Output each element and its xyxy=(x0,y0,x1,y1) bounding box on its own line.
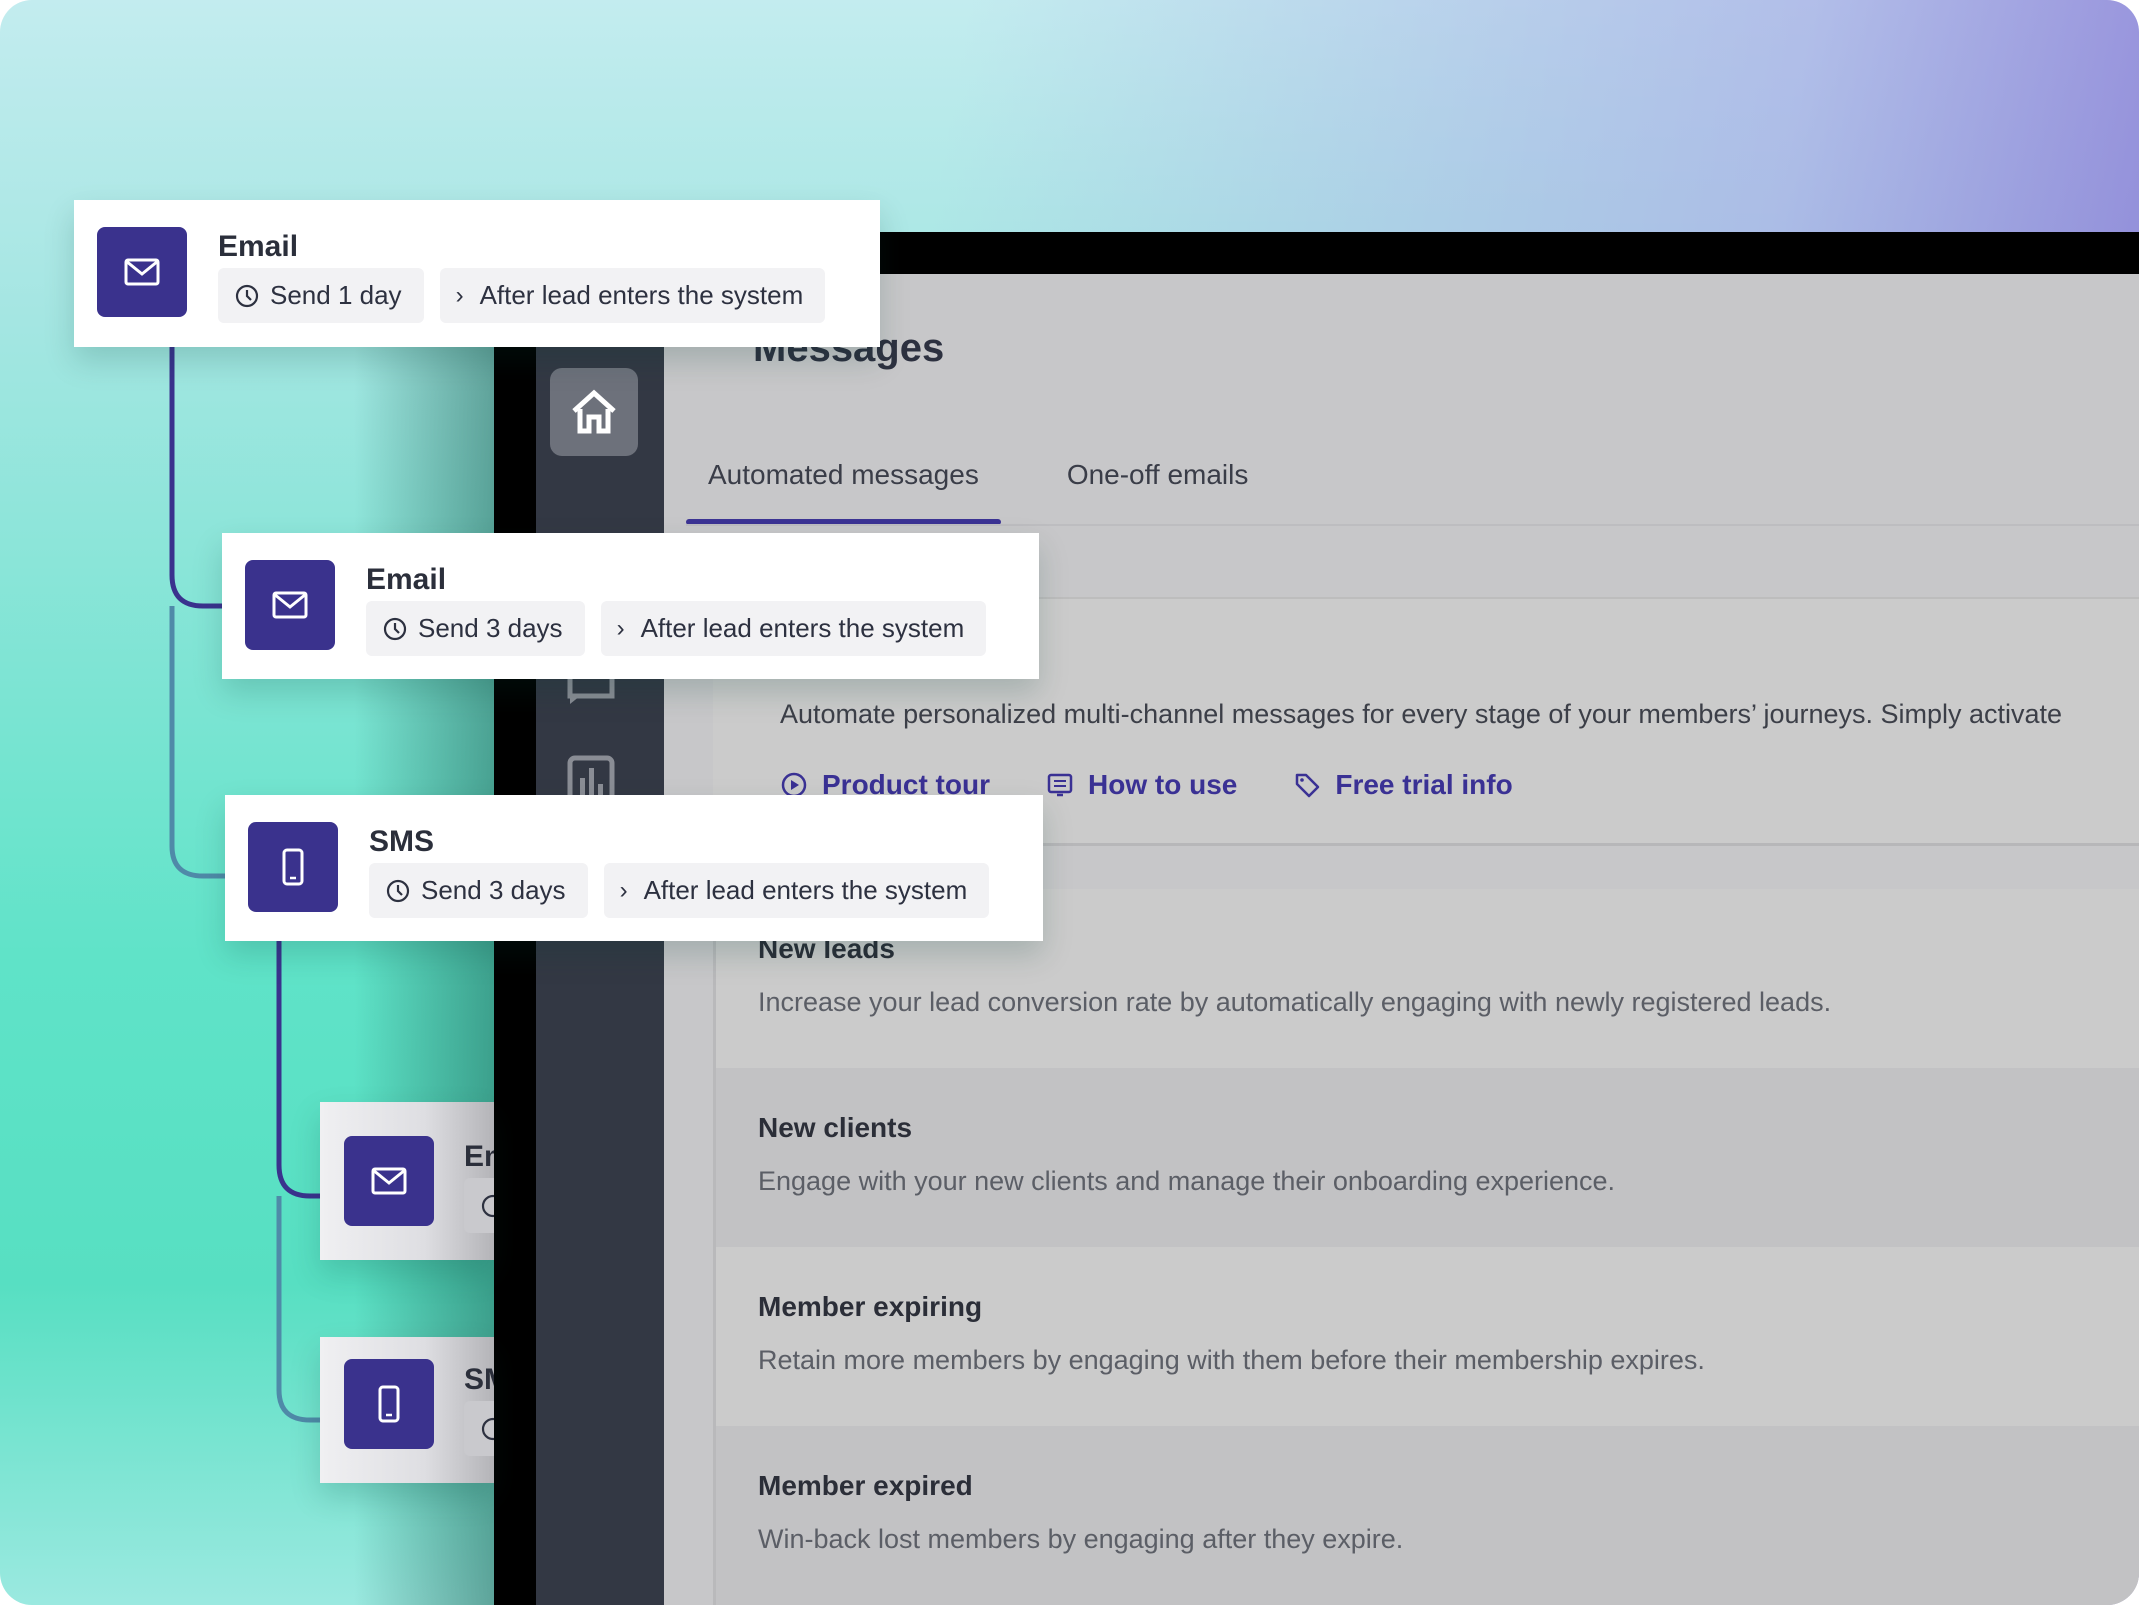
timing-chip[interactable] xyxy=(464,1178,494,1233)
timing-chip[interactable]: Send 1 day xyxy=(218,268,424,323)
chevron-right-icon: › xyxy=(616,614,625,642)
connector-3-4 xyxy=(276,941,320,1199)
step-type: SMS xyxy=(369,825,435,858)
timing-label: Send 3 days xyxy=(418,613,563,643)
chevron-right-icon: › xyxy=(619,876,628,904)
mobile-phone-icon xyxy=(282,848,304,886)
timing-chip[interactable]: Send 3 days xyxy=(369,863,588,918)
mobile-phone-icon xyxy=(378,1385,400,1423)
trigger-chip[interactable]: › After lead enters the system xyxy=(439,268,826,323)
step-type: Email xyxy=(366,563,447,596)
flow-step-card[interactable]: Email Send 1 day › After lead enters the… xyxy=(74,200,880,347)
timing-chip[interactable]: Send 3 days xyxy=(366,601,585,656)
flow-step-card[interactable]: SMS Send 3 days › After lead enters the … xyxy=(225,795,1043,941)
clock-icon xyxy=(383,617,407,640)
connector-1-2 xyxy=(169,347,222,609)
trigger-chip[interactable]: › After lead enters the system xyxy=(600,601,987,656)
timing-label: Send 3 days xyxy=(421,875,566,905)
envelope-icon xyxy=(371,1167,407,1195)
flow-step-card[interactable]: Email Send 3 days › After lead enters th… xyxy=(222,533,1039,679)
clock-icon xyxy=(386,879,410,902)
hero-frame: Messages Automated messages One-off emai… xyxy=(0,0,2139,1605)
flow-step-card[interactable]: Em xyxy=(320,1102,494,1260)
step-type: SM xyxy=(464,1363,494,1396)
chevron-right-icon: › xyxy=(455,281,464,309)
clock-icon xyxy=(235,284,259,307)
connector-4-5 xyxy=(276,1196,320,1423)
timing-label: Send 1 day xyxy=(270,280,402,310)
step-type: Em xyxy=(464,1140,494,1173)
clock-icon xyxy=(481,1417,494,1440)
timing-chip[interactable] xyxy=(464,1401,494,1456)
connector-2-3 xyxy=(169,606,225,879)
trigger-label: After lead enters the system xyxy=(643,875,968,905)
trigger-label: After lead enters the system xyxy=(479,280,804,310)
envelope-icon xyxy=(124,258,160,286)
clock-icon xyxy=(481,1194,494,1217)
step-type: Email xyxy=(218,230,299,263)
envelope-icon xyxy=(272,591,308,619)
trigger-label: After lead enters the system xyxy=(640,613,965,643)
flow-step-card[interactable]: SM xyxy=(320,1337,494,1483)
trigger-chip[interactable]: › After lead enters the system xyxy=(603,863,990,918)
